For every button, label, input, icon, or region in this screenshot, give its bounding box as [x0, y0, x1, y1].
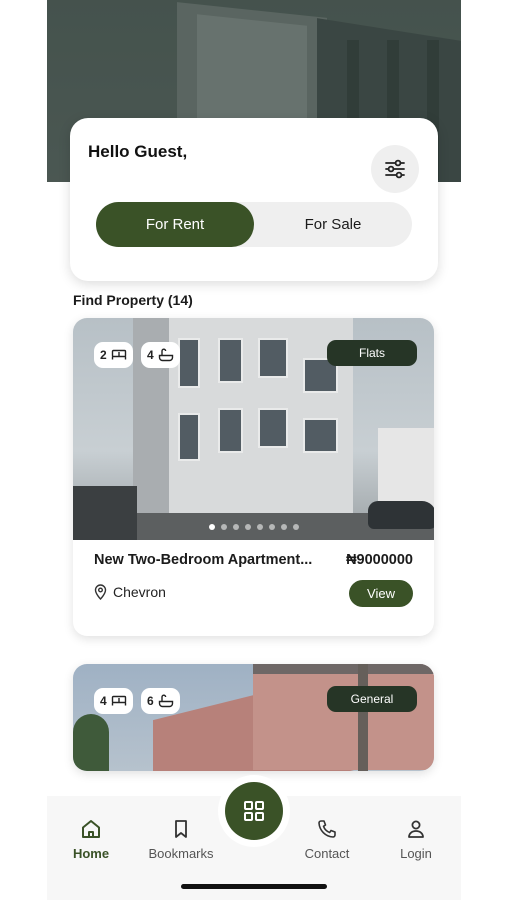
phone-icon	[318, 820, 336, 838]
bedrooms-badge: 2	[94, 342, 133, 368]
bathrooms-badge: 4	[141, 342, 180, 368]
rent-sale-toggle: For Rent For Sale	[96, 202, 412, 247]
property-type-tag: General	[327, 686, 417, 712]
property-location: Chevron	[94, 584, 166, 600]
carousel-dot[interactable]	[256, 524, 263, 530]
property-photo[interactable]: 2 4 Flats	[73, 318, 434, 540]
nav-contact[interactable]: Contact	[287, 818, 367, 861]
carousel-dot[interactable]	[292, 524, 299, 530]
carousel-dot[interactable]	[208, 524, 215, 530]
property-type-tag: Flats	[327, 340, 417, 366]
property-photo[interactable]: 4 6 General	[73, 664, 434, 771]
property-card[interactable]: 4 6 General	[73, 664, 434, 771]
nav-bookmarks[interactable]: Bookmarks	[141, 818, 221, 861]
bathrooms-badge: 6	[141, 688, 180, 714]
home-indicator	[181, 884, 327, 889]
bedrooms-badge: 4	[94, 688, 133, 714]
filter-button[interactable]	[371, 145, 419, 193]
for-sale-tab[interactable]: For Sale	[254, 202, 412, 247]
grid-icon	[244, 801, 264, 821]
filter-icon	[385, 159, 405, 179]
home-icon	[82, 820, 100, 838]
bed-icon	[111, 695, 126, 706]
carousel-dot[interactable]	[280, 524, 287, 530]
carousel-dots	[73, 524, 434, 530]
bed-icon	[111, 349, 126, 360]
property-title[interactable]: New Two-Bedroom Apartment...	[94, 552, 324, 568]
property-price: ₦9000000	[346, 552, 413, 568]
carousel-dot[interactable]	[220, 524, 227, 530]
view-button[interactable]: View	[349, 580, 413, 607]
greeting-card: Hello Guest, For Rent For Sale	[70, 118, 438, 281]
nav-login[interactable]: Login	[376, 818, 456, 861]
nav-home[interactable]: Home	[51, 818, 131, 861]
greeting-text: Hello Guest,	[88, 142, 188, 161]
bathtub-icon	[158, 348, 173, 362]
bathtub-icon	[158, 694, 173, 708]
carousel-dot[interactable]	[268, 524, 275, 530]
for-rent-tab[interactable]: For Rent	[96, 202, 254, 247]
browse-grid-button[interactable]	[225, 782, 283, 840]
carousel-dot[interactable]	[232, 524, 239, 530]
section-title: Find Property (14)	[73, 292, 193, 308]
property-card[interactable]: 2 4 Flats New Two-Bedroom Apartment... ₦…	[73, 318, 434, 636]
location-pin-icon	[94, 584, 107, 600]
bookmark-icon	[175, 820, 187, 838]
user-icon	[408, 820, 424, 838]
app-screen: Hello Guest, For Rent For Sale Find Prop…	[47, 0, 461, 900]
carousel-dot[interactable]	[244, 524, 251, 530]
